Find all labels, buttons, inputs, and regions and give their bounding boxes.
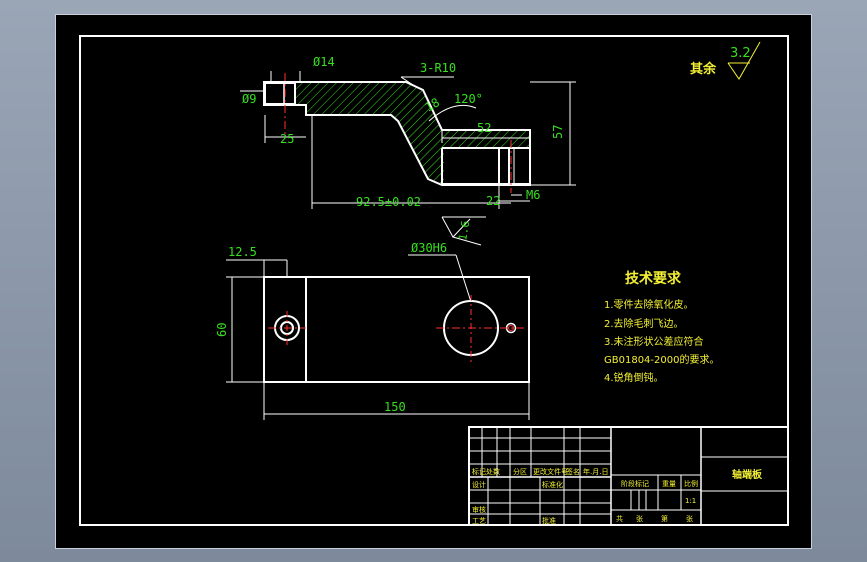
dim-m6: M6 [526, 188, 540, 202]
tb-sign: 签名 [566, 467, 580, 476]
dim-12-5: 12.5 [228, 245, 257, 259]
tb-process: 工艺 [472, 517, 486, 525]
plate-outline [263, 276, 530, 383]
tb-count: 处数 [486, 467, 500, 476]
roughness-value: 3.2 [730, 46, 751, 61]
dim-60: 60 [215, 323, 229, 337]
tech-req-item: 3.未注形状公差应符合 [604, 335, 704, 348]
dim-d9: Ø9 [242, 92, 256, 106]
tech-req-item: 2.去除毛刺飞边。 [604, 317, 684, 330]
dim-120deg: 120° [454, 92, 483, 106]
tb-scale: 比例 [684, 479, 698, 488]
dim-22: 22 [486, 194, 500, 208]
tb-zone: 分区 [513, 467, 527, 476]
tb-stage-mark: 阶段标记 [621, 479, 649, 488]
tb-date: 年.月.日 [583, 467, 608, 476]
tech-req-item: 4.锐角倒钝。 [604, 371, 664, 384]
tech-req-item: 1.零件去除氧化皮。 [604, 298, 694, 311]
tb-designer: 设计 [472, 480, 486, 489]
roughness-1-6: 1.6 [456, 220, 472, 242]
tb-approve: 批准 [542, 516, 556, 525]
tb-docno: 更改文件号 [533, 467, 568, 476]
dim-25: 25 [280, 132, 294, 146]
dim-d30h6: Ø30H6 [411, 241, 447, 255]
tb-part-name: 轴端板 [732, 468, 763, 481]
tech-req-item: GB01804-2000的要求。 [604, 353, 719, 366]
dim-92-5: 92.5±0.02 [356, 195, 421, 209]
tb-weight: 重量 [662, 480, 676, 488]
tb-scale-value: 1:1 [685, 497, 696, 505]
tb-mark: 标记 [472, 467, 486, 476]
tb-page: 第 [661, 514, 668, 523]
roughness-symbol-general: 其余 3.2 [690, 41, 761, 80]
tb-total: 共 [616, 514, 623, 523]
title-block-text: 标记 处数 分区 更改文件号 签名 年.月.日 设计 标准化 审核 工艺 批准 … [472, 467, 763, 525]
roughness-other-label: 其余 [690, 61, 717, 77]
tech-req-title: 技术要求 [625, 270, 682, 287]
dim-52: 52 [477, 121, 491, 135]
tb-sheets: 张 [636, 514, 643, 523]
dim-3r10: 3-R10 [420, 61, 456, 75]
top-view [263, 276, 530, 383]
engineering-drawing: 其余 3.2 Ø14 Ø9 3-R10 18 120° 25 52 57 92.… [79, 35, 789, 526]
cad-viewport[interactable]: 其余 3.2 Ø14 Ø9 3-R10 18 120° 25 52 57 92.… [55, 14, 812, 549]
top-view-dimensions: Ø30H6 12.5 60 150 [215, 241, 530, 420]
technical-requirements: 技术要求 1.零件去除氧化皮。 2.去除毛刺飞边。 3.未注形状公差应符合 GB… [604, 270, 719, 384]
dim-57: 57 [551, 125, 565, 139]
tb-sheet: 张 [686, 514, 693, 523]
tb-standardize: 标准化 [542, 480, 563, 489]
dim-d14: Ø14 [313, 55, 335, 69]
tb-review: 审核 [472, 505, 486, 514]
dim-150: 150 [384, 400, 406, 414]
